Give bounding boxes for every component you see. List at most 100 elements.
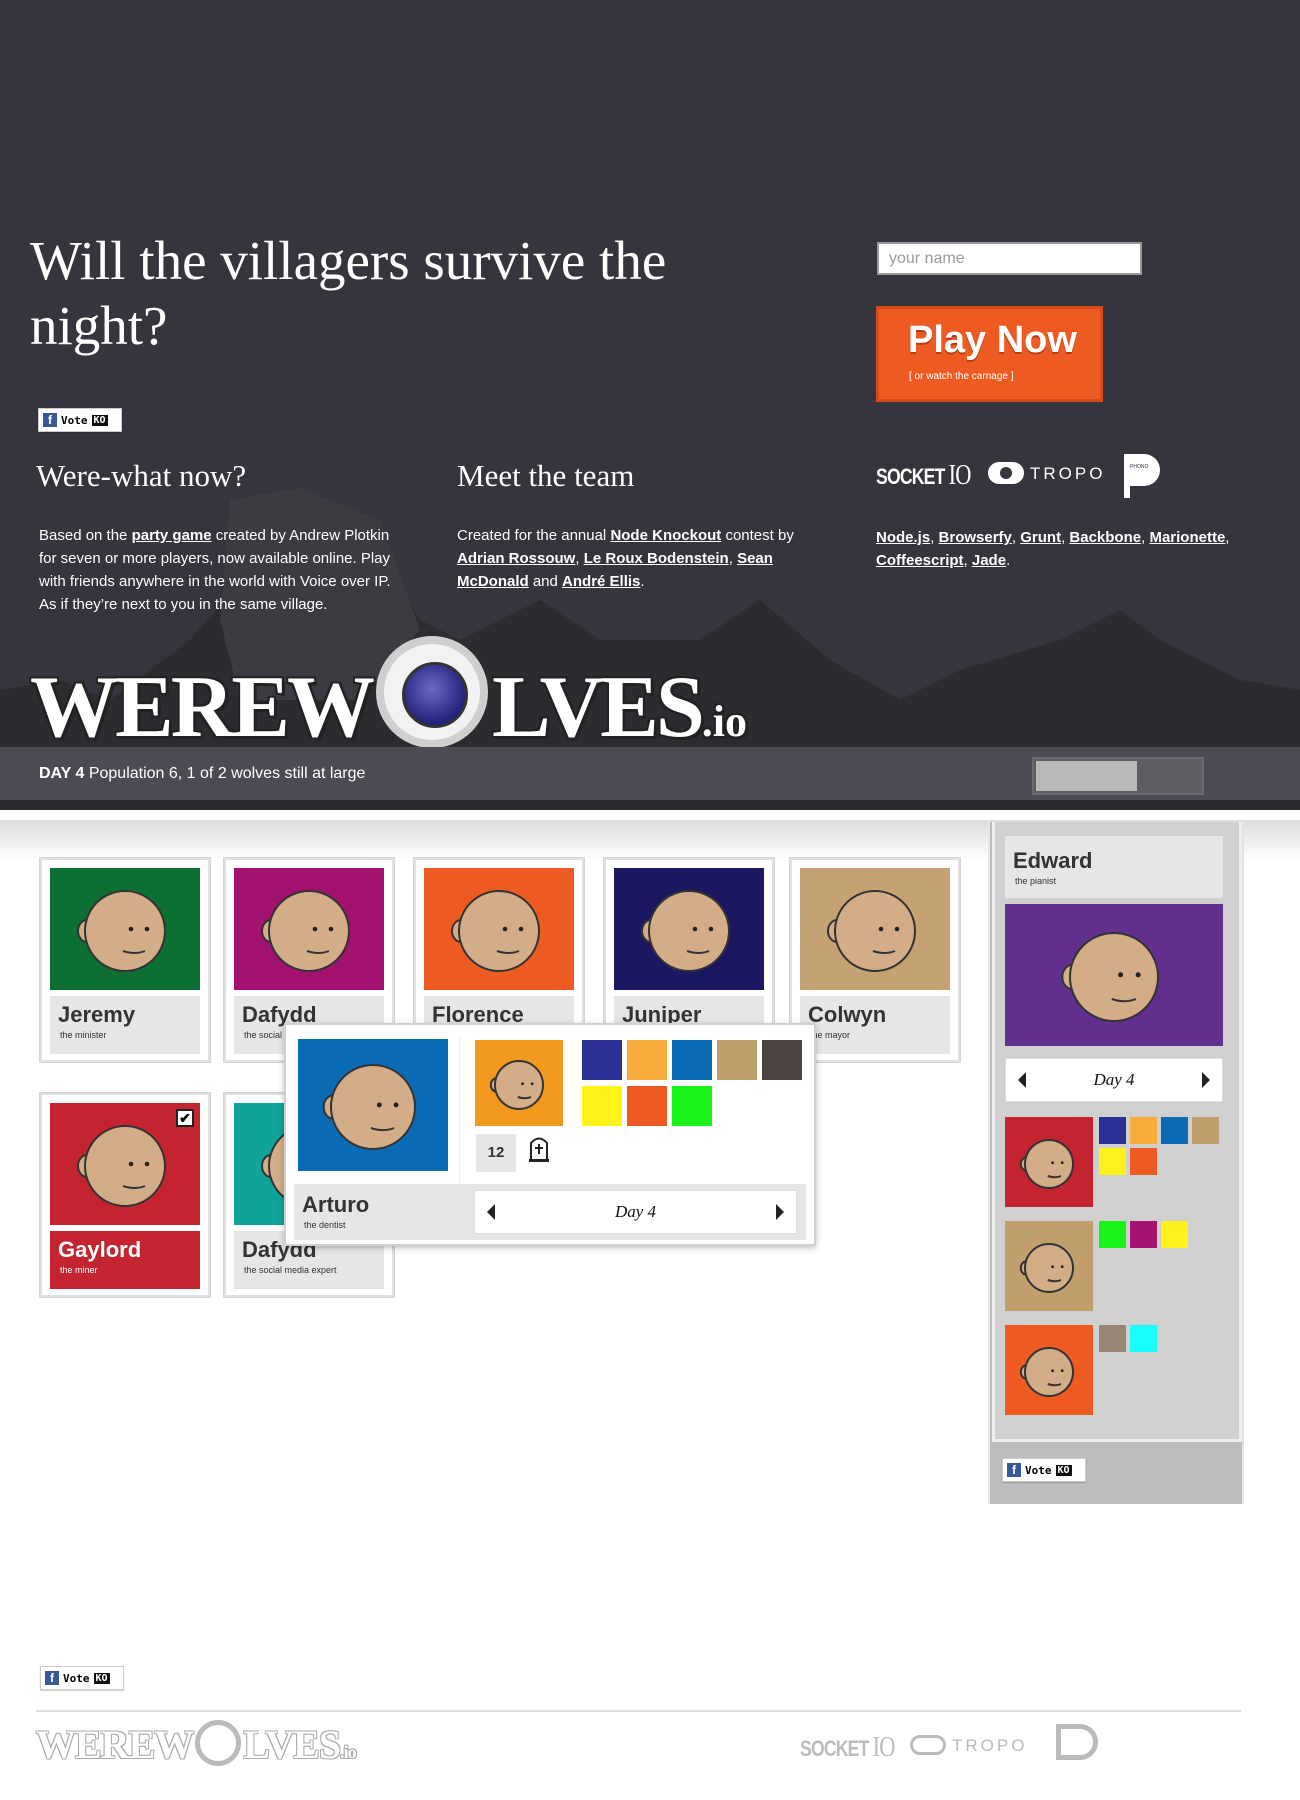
- vote-swatch: [1130, 1117, 1157, 1144]
- voter-portrait: [1005, 1221, 1093, 1311]
- footer-divider: [36, 1710, 1241, 1712]
- voter-portrait: [1005, 1117, 1093, 1207]
- team-member-link[interactable]: Adrian Rossouw: [457, 550, 575, 567]
- popup-day-selector[interactable]: Day 4: [474, 1190, 797, 1234]
- villager-avatar-icon: [614, 868, 764, 990]
- vote-swatch: [1192, 1117, 1219, 1144]
- about-text: Based on the party game created by Andre…: [39, 527, 391, 613]
- prev-day-arrow[interactable]: [1018, 1072, 1026, 1088]
- player-portrait: [614, 868, 764, 990]
- vote-swatch: [1099, 1221, 1126, 1248]
- popup-name: Arturo: [302, 1192, 370, 1217]
- vote-swatch: [582, 1086, 622, 1126]
- phono-logo: PHONO: [1124, 454, 1160, 498]
- footer-tropo-logo: TROPO: [910, 1735, 1027, 1756]
- villager-avatar-icon: [800, 868, 950, 990]
- popup-portrait: [298, 1039, 448, 1171]
- next-day-arrow[interactable]: [1202, 1072, 1210, 1088]
- victim-portrait: [475, 1040, 563, 1126]
- ko-badge: KO: [91, 414, 108, 426]
- popup-day-label: Day 4: [614, 1202, 657, 1221]
- player-portrait: [234, 868, 384, 990]
- player-name: Colwyn: [808, 1002, 887, 1027]
- vote-swatch: [717, 1040, 757, 1080]
- facebook-icon: f: [45, 1671, 59, 1685]
- villager-avatar-icon: [298, 1039, 448, 1171]
- villager-avatar-icon: [475, 1040, 563, 1126]
- vote-swatch: [627, 1040, 667, 1080]
- node-knockout-link[interactable]: Node Knockout: [610, 527, 721, 544]
- vote-label: Vote: [1025, 1463, 1052, 1477]
- vote-ko-button[interactable]: f Vote KO: [40, 1666, 124, 1690]
- moon-icon: [195, 1720, 242, 1766]
- villager-avatar-icon: [424, 868, 574, 990]
- name-input[interactable]: [877, 242, 1142, 275]
- about-title: Were-what now?: [36, 458, 247, 493]
- party-game-link[interactable]: party game: [132, 527, 212, 544]
- status-bar: DAY 4 Population 6, 1 of 2 wolves still …: [0, 747, 1300, 810]
- tech-list: Node.js, Browserfy, Grunt, Backbone, Mar…: [876, 529, 1230, 569]
- ko-badge: KO: [1055, 1464, 1072, 1476]
- sidebar-day-selector[interactable]: Day 4: [1005, 1058, 1223, 1102]
- vote-swatch: [1099, 1148, 1126, 1175]
- volume-slider[interactable]: [1032, 757, 1204, 795]
- player-role: the social media expert: [244, 1265, 337, 1275]
- tech-link[interactable]: Grunt: [1020, 529, 1061, 546]
- villager-avatar-icon: [1005, 904, 1223, 1046]
- ko-badge: KO: [93, 1672, 110, 1684]
- sidebar-portrait: [1005, 904, 1223, 1046]
- next-day-arrow[interactable]: [776, 1204, 784, 1220]
- vote-swatch: [1161, 1221, 1188, 1248]
- vote-swatch: [1130, 1325, 1157, 1352]
- werewolves-logo: WEREW LVES.io: [30, 636, 747, 758]
- team-member-link[interactable]: André Ellis: [562, 573, 640, 590]
- vote-ko-button[interactable]: f Vote KO: [38, 408, 122, 432]
- villager-avatar-icon: [234, 868, 384, 990]
- player-portrait: [50, 868, 200, 990]
- player-card[interactable]: iGaylordthe miner✔: [40, 1093, 210, 1297]
- hero-headline: Will the villagers survive the night?: [30, 230, 667, 356]
- vote-swatch: [1130, 1221, 1157, 1248]
- tech-link[interactable]: Node.js: [876, 529, 930, 546]
- vote-label: Vote: [63, 1671, 90, 1685]
- watch-carnage-link[interactable]: [ or watch the carnage ]: [909, 371, 1014, 382]
- volume-level: [1036, 761, 1137, 791]
- vote-swatch: [672, 1086, 712, 1126]
- vote-swatch: [1099, 1117, 1126, 1144]
- tech-link[interactable]: Jade: [972, 552, 1006, 569]
- vote-ko-button[interactable]: f Vote KO: [1002, 1458, 1086, 1482]
- tech-link[interactable]: Marionette: [1149, 529, 1225, 546]
- vote-swatch: [672, 1040, 712, 1080]
- villager-avatar-icon: [1005, 1221, 1093, 1311]
- sidebar-day-label: Day 4: [1093, 1070, 1135, 1089]
- socketio-logo: SOCKET IO: [876, 460, 971, 491]
- player-name-box: Jeremy the minister: [50, 996, 200, 1054]
- vote-label: Vote: [61, 413, 88, 427]
- vote-swatch: [1161, 1117, 1188, 1144]
- facebook-icon: f: [1007, 1463, 1021, 1477]
- player-name-box: Gaylord the miner: [50, 1231, 200, 1289]
- tropo-logo: TROPO: [988, 462, 1105, 484]
- villager-avatar-icon: [1005, 1117, 1093, 1207]
- prev-day-arrow[interactable]: [487, 1204, 495, 1220]
- tombstone-icon: [529, 1137, 549, 1162]
- sidebar-role: the pianist: [1015, 876, 1057, 886]
- tropo-icon: [988, 462, 1024, 484]
- tech-link[interactable]: Backbone: [1069, 529, 1141, 546]
- tech-link[interactable]: Browserfy: [939, 529, 1012, 546]
- player-popup[interactable]: 12 Arturo the dentist Day 4: [284, 1023, 816, 1246]
- play-now-button[interactable]: Play Now [ or watch the carnage ]: [876, 306, 1103, 402]
- sidebar-name: Edward: [1013, 848, 1093, 873]
- player-name: Jeremy: [58, 1002, 136, 1027]
- tech-link[interactable]: Coffeescript: [876, 552, 964, 569]
- player-name-box: Colwyn the mayor: [800, 996, 950, 1054]
- hero-section: Will the villagers survive the night? Pl…: [0, 0, 1300, 810]
- player-role: the mayor: [810, 1030, 851, 1040]
- play-now-label: Play Now: [908, 319, 1077, 361]
- team-member-link[interactable]: Le Roux Bodenstein: [584, 550, 729, 567]
- player-portrait: [800, 868, 950, 990]
- vote-swatch: [762, 1040, 802, 1080]
- moon-icon: [375, 636, 488, 748]
- player-card[interactable]: iJeremythe minister: [40, 858, 210, 1062]
- checkbox-icon[interactable]: ✔: [176, 1109, 194, 1127]
